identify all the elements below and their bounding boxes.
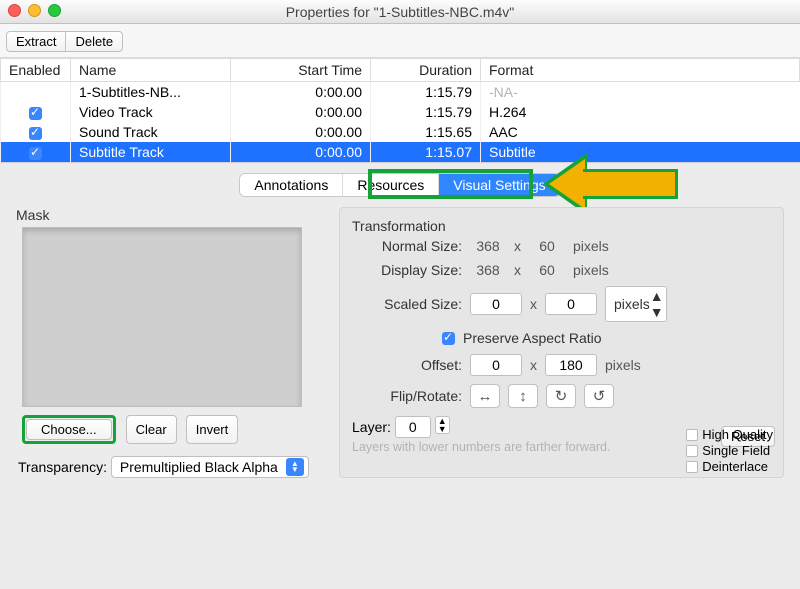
high-quality-checkbox[interactable]: High Quality	[686, 427, 773, 442]
preserve-aspect-checkbox[interactable]	[442, 332, 455, 345]
checkbox-icon[interactable]	[29, 107, 42, 120]
table-row[interactable]: 1-Subtitles-NB... 0:00.00 1:15.79 -NA-	[1, 82, 800, 103]
flip-vertical-button[interactable]: ↕	[508, 384, 538, 408]
layer-input[interactable]	[395, 416, 431, 438]
titlebar: Properties for "1-Subtitles-NBC.m4v"	[0, 0, 800, 24]
choose-mask-button[interactable]: Choose...	[26, 419, 112, 440]
col-name[interactable]: Name	[71, 59, 231, 82]
single-field-checkbox[interactable]: Single Field	[686, 443, 773, 458]
transformation-section: Transformation Normal Size: 368 x 60 pix…	[339, 207, 784, 478]
col-start[interactable]: Start Time	[231, 59, 371, 82]
toolbar: ExtractDelete	[0, 24, 800, 58]
scaled-width-input[interactable]	[470, 293, 522, 315]
tab-resources[interactable]: Resources	[342, 174, 438, 196]
mask-section: Mask Choose... Clear Invert Transparency…	[16, 207, 321, 478]
rotate-ccw-button[interactable]: ↺	[584, 384, 614, 408]
transformation-label: Transformation	[352, 218, 771, 234]
scaled-unit-select[interactable]: pixels ▲▼	[605, 286, 667, 322]
col-format[interactable]: Format	[481, 59, 800, 82]
tab-annotations[interactable]: Annotations	[240, 174, 342, 196]
table-row[interactable]: Video Track 0:00.00 1:15.79 H.264	[1, 102, 800, 122]
deinterlace-checkbox[interactable]: Deinterlace	[686, 459, 773, 474]
render-options: High Quality Single Field Deinterlace	[686, 426, 773, 475]
table-row[interactable]: Sound Track 0:00.00 1:15.65 AAC	[1, 122, 800, 142]
maximize-icon[interactable]	[48, 4, 61, 17]
offset-x-input[interactable]	[470, 354, 522, 376]
offset-y-input[interactable]	[545, 354, 597, 376]
checkbox-icon[interactable]	[29, 147, 42, 160]
tab-visual-settings[interactable]: Visual Settings	[438, 174, 559, 196]
flip-rotate-buttons: ↔ ↕ ↻ ↺	[470, 384, 614, 408]
rotate-cw-button[interactable]: ↻	[546, 384, 576, 408]
col-enabled[interactable]: Enabled	[1, 59, 71, 82]
tracks-table: Enabled Name Start Time Duration Format …	[0, 58, 800, 162]
flip-horizontal-button[interactable]: ↔	[470, 384, 500, 408]
tabbar: Annotations Resources Visual Settings	[16, 173, 784, 197]
delete-button[interactable]: Delete	[65, 31, 123, 52]
col-duration[interactable]: Duration	[371, 59, 481, 82]
invert-mask-button[interactable]: Invert	[186, 415, 239, 444]
minimize-icon[interactable]	[28, 4, 41, 17]
checkbox-icon[interactable]	[29, 127, 42, 140]
lower-panel: Annotations Resources Visual Settings Ma…	[0, 162, 800, 486]
clear-mask-button[interactable]: Clear	[126, 415, 177, 444]
chevron-updown-icon: ▲▼	[650, 288, 664, 320]
transparency-select[interactable]: Premultiplied Black Alpha ▲▼	[111, 456, 309, 478]
traffic-lights	[8, 4, 61, 17]
mask-preview	[22, 227, 302, 407]
stepper-icon[interactable]: ▲▼	[435, 416, 450, 434]
scaled-height-input[interactable]	[545, 293, 597, 315]
extract-button[interactable]: Extract	[6, 31, 66, 52]
annotation-highlight-choose: Choose...	[22, 415, 116, 444]
close-icon[interactable]	[8, 4, 21, 17]
table-row[interactable]: Subtitle Track 0:00.00 1:15.07 Subtitle	[1, 142, 800, 162]
transparency-row: Transparency: Premultiplied Black Alpha …	[18, 456, 321, 478]
window-title: Properties for "1-Subtitles-NBC.m4v"	[286, 4, 515, 20]
chevron-updown-icon: ▲▼	[286, 458, 304, 476]
mask-label: Mask	[16, 207, 321, 223]
